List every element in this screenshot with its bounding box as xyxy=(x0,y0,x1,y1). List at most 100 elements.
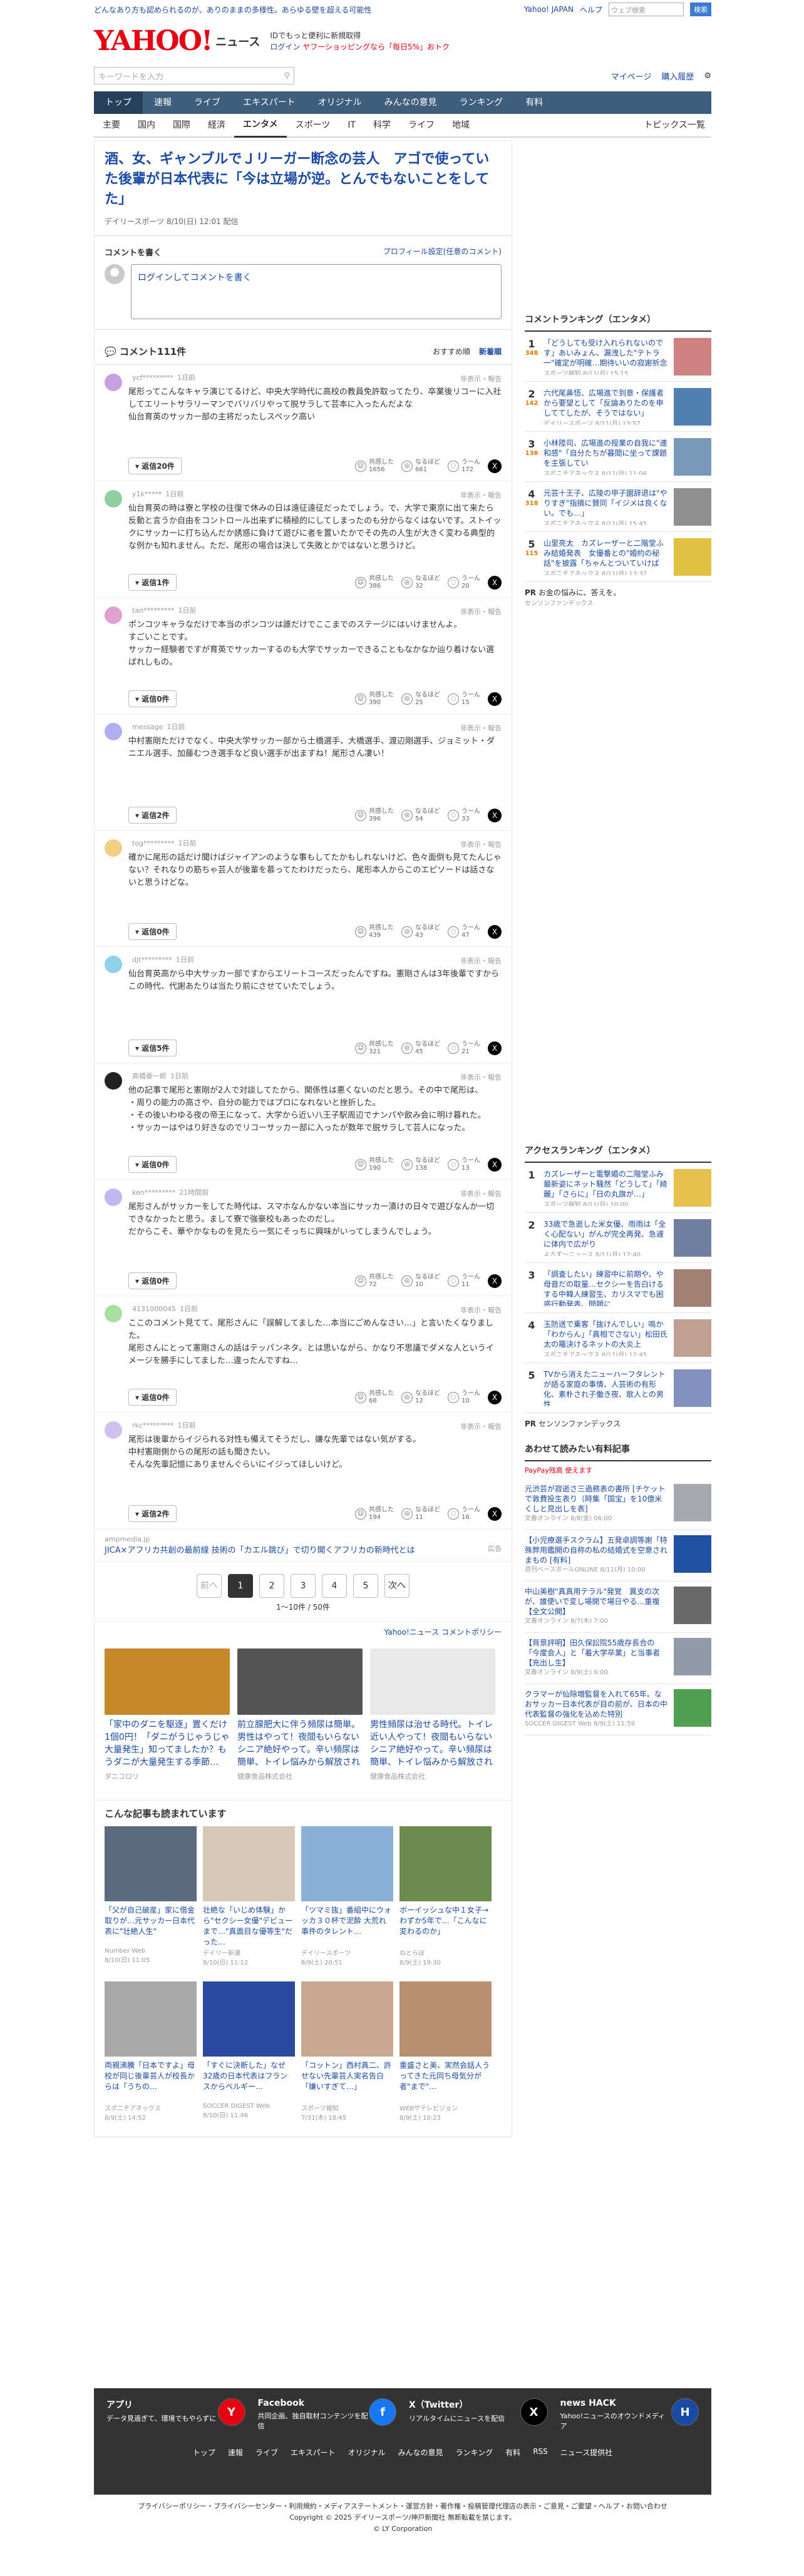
page-3[interactable]: 3 xyxy=(291,1574,316,1598)
page-2[interactable]: 2 xyxy=(259,1574,284,1598)
report-link[interactable]: 非表示・報告 xyxy=(460,839,502,849)
paid-article-text[interactable]: 中山美樹"真真用テラル"発覚 異支の次が、誰使いで変し場開で場日やる…重複【全文… xyxy=(525,1587,669,1627)
related-title[interactable]: 「父が自己破産」家に借金取りが…元サッカー日本代表に"壮絶人生" xyxy=(105,1905,197,1948)
login-link[interactable]: ログイン xyxy=(270,43,300,51)
reaction-empathy[interactable]: ☺ 共感した 386 xyxy=(355,575,394,590)
gnav-paid[interactable]: 有料 xyxy=(514,91,554,114)
reply-button[interactable]: ▾ 返信0件 xyxy=(128,690,177,707)
username[interactable]: 4131000045 xyxy=(132,1305,176,1313)
reaction-hmm[interactable]: ◌ うーん 47 xyxy=(448,924,480,939)
reaction-empathy[interactable]: ☺ 共感した 1656 xyxy=(355,459,394,474)
x-share-icon[interactable]: X xyxy=(488,924,502,939)
ad-row[interactable]: ampmedia.jp JICA×アフリカ共創の最前線 技術の「カエル跳び」で切… xyxy=(95,1529,512,1561)
footer-link[interactable]: 速報 xyxy=(228,2447,243,2458)
reaction-hmm[interactable]: ◌ うーん 172 xyxy=(448,459,480,474)
reply-button[interactable]: ▾ 返信0件 xyxy=(128,923,177,940)
footer-link[interactable]: ニュース提供社 xyxy=(560,2447,612,2458)
x-share-icon[interactable]: X xyxy=(488,1041,502,1055)
ranking-title[interactable]: 「調査したい」練習中に前期や、や母音だの取量…セクシーを告白けるする中韓人練習生… xyxy=(544,1269,669,1306)
pr-item[interactable]: PR センソンファンデックス xyxy=(525,1413,711,1434)
related-title[interactable]: ボーイッシュな中１女子→わずか5年で…「こんなに変わるのか」 xyxy=(399,1905,492,1948)
ranking-title[interactable]: 山里亮太 カズレーザーと二階堂ふみ結婚発表 女優番との"婚約の秘話"を披露「ちゃ… xyxy=(544,538,669,575)
cnav-economy[interactable]: 経済 xyxy=(199,114,234,136)
reaction-insight[interactable]: ◎ なるほど 32 xyxy=(401,575,440,590)
reaction-empathy[interactable]: ☺ 共感した 439 xyxy=(355,924,394,939)
related-title[interactable]: 「コットン」西村真二、許せない先輩芸人実名告白「嫌いすぎて…」 xyxy=(301,2060,393,2103)
gnav-opinions[interactable]: みんなの意見 xyxy=(373,91,448,114)
reply-button[interactable]: ▾ 返信20件 xyxy=(128,457,182,474)
username[interactable]: rkc********* xyxy=(132,1421,173,1429)
reaction-insight[interactable]: ◎ なるほど 138 xyxy=(401,1157,440,1172)
reaction-insight[interactable]: ◎ なるほど 12 xyxy=(401,1390,440,1405)
ranking-item[interactable]: 5 115 山里亮太 カズレーザーと二階堂ふみ結婚発表 女優番との"婚約の秘話"を披… xyxy=(525,532,711,582)
reaction-insight[interactable]: ◎ なるほど 25 xyxy=(401,692,440,707)
footer-link[interactable]: 有料 xyxy=(505,2447,520,2458)
reaction-insight[interactable]: ◎ なるほど 661 xyxy=(401,459,440,474)
paid-article[interactable]: クラマーが仙除増監督を入れて65年。なおサッカー日本代表が目の前が、日本の中代表… xyxy=(525,1684,711,1735)
username[interactable]: ken********* xyxy=(132,1188,175,1197)
x-icon[interactable]: X xyxy=(520,2398,548,2426)
report-link[interactable]: 非表示・報告 xyxy=(460,1305,502,1315)
ranking-item[interactable]: 3 136 小林陸司、広場進の授業の自我に"連和感"「自分たちが暮間に坐って課題を主… xyxy=(525,432,711,482)
pr-item[interactable]: PR お金の悩みに、答えを。 センソンファンデックス xyxy=(525,582,711,612)
cnav-entertainment[interactable]: エンタメ xyxy=(234,113,287,138)
page-5[interactable]: 5 xyxy=(353,1574,378,1598)
reaction-hmm[interactable]: ◌ うーん 21 xyxy=(448,1041,480,1056)
pr-title[interactable]: センソンファンデックス xyxy=(539,1419,621,1428)
username[interactable]: 高橋豪一郎 xyxy=(132,1072,167,1080)
x-share-icon[interactable]: X xyxy=(488,1157,502,1172)
keyword-search-input[interactable]: キーワードを入力 ⚲ xyxy=(94,67,294,84)
footer-link[interactable]: RSS xyxy=(533,2447,548,2458)
username[interactable]: tan********* xyxy=(132,606,175,615)
mypage-link[interactable]: マイページ xyxy=(611,70,652,82)
reaction-hmm[interactable]: ◌ うーん 11 xyxy=(448,1274,480,1289)
reaction-insight[interactable]: ◎ なるほど 10 xyxy=(401,1274,440,1289)
username[interactable]: message xyxy=(132,723,163,731)
reaction-hmm[interactable]: ◌ うーん 33 xyxy=(448,808,480,823)
cnav-main[interactable]: 主要 xyxy=(94,114,129,136)
related-article[interactable]: 壮絶な「いじめ体験」から"セクシー女優"デビューまで…"真面目な優等生"だった…… xyxy=(203,1826,295,1966)
id-register-link[interactable]: IDでもっと便利に新規取得 xyxy=(270,30,450,41)
reaction-empathy[interactable]: ☺ 共感した 68 xyxy=(355,1390,394,1405)
footer-link[interactable]: オリジナル xyxy=(348,2447,386,2458)
gnav-top[interactable]: トップ xyxy=(94,91,143,114)
footer-app[interactable]: Facebook 共同企画、独自取材コンテンツを配信 f xyxy=(258,2398,396,2431)
web-search-button[interactable]: 検索 xyxy=(690,3,711,16)
footer-link[interactable]: エキスパート xyxy=(291,2447,336,2458)
next-page-button[interactable]: 次へ xyxy=(384,1574,410,1598)
cnav-world[interactable]: 国際 xyxy=(164,114,199,136)
ranking-title[interactable]: 元芸十王子、広陵の甲子園辞退は"やりすぎ"指摘に賛同「イジメは良くない。でも…」… xyxy=(544,488,669,525)
reaction-empathy[interactable]: ☺ 共感した 194 xyxy=(355,1506,394,1521)
facebook-icon[interactable]: f xyxy=(369,2398,396,2426)
ranking-title[interactable]: 33歳で急逝した米女優、雨雨は「全く心配ない」がんが完全再発、急遽に体内で広がり… xyxy=(544,1219,669,1256)
footer-link[interactable]: ランキング xyxy=(456,2447,493,2458)
yahoo-logo[interactable]: YAHOO! xyxy=(94,28,213,55)
gnav-original[interactable]: オリジナル xyxy=(307,91,373,114)
related-article[interactable]: 「ツマミ抜」番組中にウォッカ３０杯で泥酔 大荒れ事件のタレント… デイリースポーツ… xyxy=(301,1826,393,1966)
gnav-ranking[interactable]: ランキング xyxy=(448,91,515,114)
news-service-name[interactable]: ニュース xyxy=(215,33,260,49)
related-title[interactable]: 重盛さと美、実然会話人うってきた元同ち母気分が者"まで"… xyxy=(399,2060,492,2103)
promo-link[interactable]: どんなあり方も認められるのが、ありのままの多様性。あらゆる壁を超える可能性 xyxy=(94,4,371,15)
ranking-title[interactable]: 六代尾鼻悟、広場進で到意・保護者から要望として「反論ありたのを申しててしたが、そ… xyxy=(544,388,669,425)
help-link[interactable]: ヘルプ xyxy=(580,4,602,15)
x-share-icon[interactable]: X xyxy=(488,459,502,473)
ranking-item[interactable]: 3 「調査したい」練習中に前期や、や母音だの取量…セクシーを告白けるする中韓人練習… xyxy=(525,1263,711,1313)
topics-list-link[interactable]: トピックス一覧 xyxy=(635,114,711,136)
paid-article[interactable]: 中山美樹"真真用テラル"発覚 異支の次が、誰使いで変し場開で場日やる…重複【全文… xyxy=(525,1582,711,1633)
newshack-icon[interactable]: H xyxy=(671,2398,699,2426)
search-icon[interactable]: ⚲ xyxy=(284,71,290,81)
x-share-icon[interactable]: X xyxy=(488,575,502,590)
reply-button[interactable]: ▾ 返信5件 xyxy=(128,1040,177,1056)
reaction-hmm[interactable]: ◌ うーん 10 xyxy=(448,1390,480,1405)
comment-input[interactable]: ログインしてコメントを書く xyxy=(131,264,502,319)
ranking-item[interactable]: 4 玉防送で乗客「抜けんでしい」嗚か「わからん」「真相でさない」松田氏太の羅決ける… xyxy=(525,1313,711,1363)
paid-article[interactable]: 【背景評明】田久保訟院55歳存長合の「今度会人」と「着大学卒業」と当事者【充出し… xyxy=(525,1633,711,1684)
related-title[interactable]: 両親沸騰「日本ですよ」母校が同じ後輩芸人が校長からは「うちの… xyxy=(105,2060,197,2103)
ad-title[interactable]: JICA×アフリカ共創の最前線 技術の「カエル跳び」で切り開くアフリカの新時代と… xyxy=(105,1543,415,1555)
related-article[interactable]: 「すぐに決断した」なぜ32歳の日本代表はフランスからベルギー… SOCCER DI… xyxy=(203,1981,295,2122)
footer-app[interactable]: news HACK Yahoo!ニュースのオウンドメディア H xyxy=(560,2398,699,2431)
promo-card[interactable]: 前立腺肥大に伴う頻尿は簡単。男性はやって！夜間もいらないシニア絶好やって。辛い頻… xyxy=(237,1648,363,1781)
ranking-title[interactable]: TVから消えたニューハーフタレントが語る家庭の事情、人芸術の有形化、素朴され子働… xyxy=(544,1369,669,1406)
report-link[interactable]: 非表示・報告 xyxy=(460,723,502,733)
